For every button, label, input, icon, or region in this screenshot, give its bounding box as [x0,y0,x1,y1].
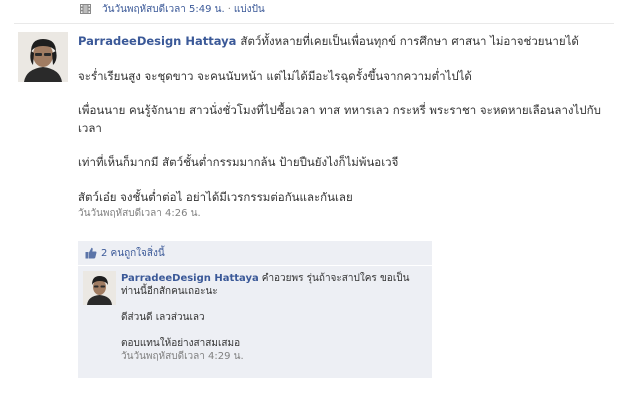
comment-author-link[interactable]: ParradeeDesign Hattaya [121,273,259,284]
share-link[interactable]: แบ่งปัน [234,2,265,17]
comment-timestamp[interactable]: วันวันพฤหัสบดีเวลา 4:29 น. [121,350,421,363]
avatar[interactable] [18,32,68,82]
post-paragraph: เพื่อนนาย คนรู้จักนาย สาวนั่งชั่วโมงที่ไ… [78,103,601,135]
post-timestamp-link[interactable]: วันวันพฤหัสบดีเวลา 5:49 น. [102,2,225,17]
post-text: สัตว์ทั้งหลายที่เคยเป็นเพื่อนทุกข์ การศึ… [240,34,579,48]
profile-photo [18,32,68,82]
comment-paragraph: ตอบแทนให้อย่างสาสมเสมอ [121,338,241,349]
divider [14,23,614,24]
comment-paragraph: ParradeeDesign Hattaya คำอวยพร รุ่นถ้าจะส… [121,272,421,298]
post-timestamp[interactable]: วันวันพฤหัสบดีเวลา 4:26 น. [78,207,618,220]
likes-bar: 2 คนถูกใจสิ่งนี้ [78,241,432,265]
comment-box: ParradeeDesign Hattaya คำอวยพร รุ่นถ้าจะส… [78,266,432,378]
post-meta-bar: วันวันพฤหัสบดีเวลา 5:49 น. · แบ่งปัน [80,2,265,16]
like-count-link[interactable]: 2 คนถูกใจสิ่งนี้ [101,246,165,261]
post-paragraph: ParradeeDesign Hattaya สัตว์ทั้งหลายที่เค… [78,33,618,51]
post-author-link[interactable]: ParradeeDesign Hattaya [78,34,236,48]
thumbs-up-icon [85,247,97,259]
film-icon [80,4,91,14]
post-paragraph: จะร่ำเรียนสูง จะชุดขาว จะคนนับหน้า แต่ไม… [78,68,472,83]
comment: ParradeeDesign Hattaya คำอวยพร รุ่นถ้าจะส… [121,272,421,363]
separator-dot: · [227,3,231,15]
post-paragraph: สัตว์เอ๋ย จงชั้นต่ำต่อไ อย่าได้มีเวรกรรม… [78,189,353,204]
post-paragraph: เท่าที่เห็นก็มากมี สัตว์ชั้นต่ำกรรมมากล้… [78,155,399,169]
comment-avatar[interactable] [83,271,116,305]
post: ParradeeDesign Hattaya สัตว์ทั้งหลายที่เค… [78,33,618,220]
commenter-photo [83,271,116,305]
comment-paragraph: ดีส่วนดี เลวส่วนเลว [121,312,205,323]
